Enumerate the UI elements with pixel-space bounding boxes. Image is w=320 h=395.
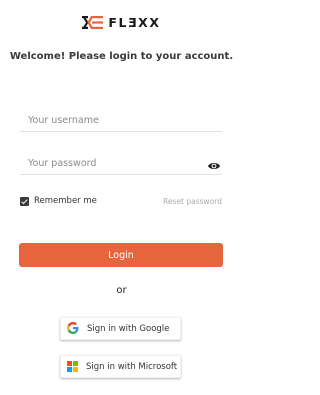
password-field-container (20, 152, 222, 175)
username-field-container (20, 109, 222, 132)
microsoft-signin-button[interactable]: Sign in with Microsoft (60, 355, 181, 378)
logo-mark-icon (82, 16, 104, 29)
remember-row: Remember me Reset password (20, 194, 222, 208)
reset-password-link[interactable]: Reset password (163, 197, 222, 206)
logo-text: FLƎXX (108, 15, 161, 30)
password-input[interactable] (20, 157, 222, 169)
remember-me-label: Remember me (34, 196, 97, 206)
login-button[interactable]: Login (19, 243, 223, 267)
remember-me-checkbox[interactable] (20, 196, 29, 206)
username-input[interactable] (20, 114, 222, 126)
brand-logo: FLƎXX (0, 15, 243, 30)
google-icon (67, 319, 79, 338)
google-signin-label: Sign in with Google (87, 323, 170, 334)
remember-me[interactable]: Remember me (20, 196, 97, 206)
welcome-heading: Welcome! Please login to your account. (9, 51, 234, 62)
google-signin-button[interactable]: Sign in with Google (60, 317, 181, 340)
eye-icon[interactable] (207, 157, 221, 169)
microsoft-icon (67, 361, 78, 372)
microsoft-signin-label: Sign in with Microsoft (86, 361, 178, 372)
or-divider: or (116, 285, 127, 296)
